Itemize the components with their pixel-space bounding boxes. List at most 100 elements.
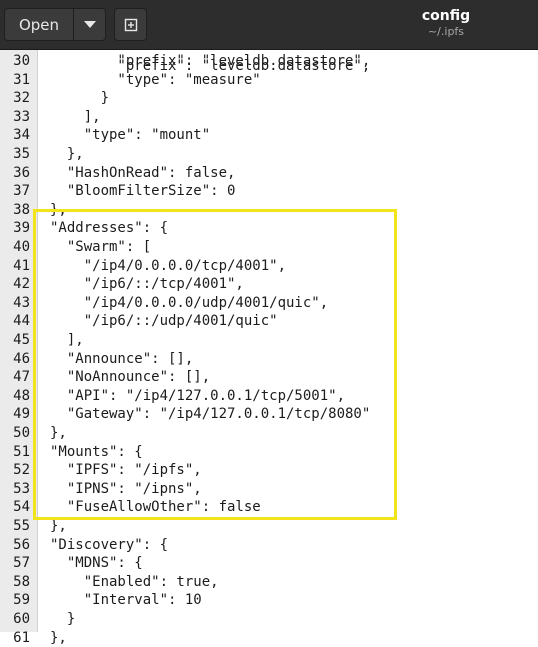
code-text: "IPFS": "/ipfs",: [50, 462, 202, 479]
code-line[interactable]: 40 "Swarm": [: [0, 238, 538, 257]
code-line[interactable]: 42 "/ip6/::/tcp/4001",: [0, 275, 538, 294]
code-text: "API": "/ip4/127.0.0.1/tcp/5001",: [50, 387, 346, 404]
code-line[interactable]: 43 "/ip4/0.0.0.0/udp/4001/quic",: [0, 294, 538, 313]
code-text: "HashOnRead": false,: [50, 164, 236, 181]
code-text: "Interval": 10: [50, 592, 202, 609]
line-number: 32: [13, 90, 30, 107]
code-line[interactable]: 57 "MDNS": {: [0, 554, 538, 573]
line-number: 43: [13, 294, 30, 311]
window-subtitle: ~/.ipfs: [427, 25, 465, 38]
code-line[interactable]: 39 "Addresses": {: [0, 219, 538, 238]
line-number: 36: [13, 164, 30, 181]
code-text: "prefix": "leveldb.datastore",: [50, 53, 371, 69]
code-text: },: [50, 201, 67, 218]
code-line[interactable]: 44 "/ip6/::/udp/4001/quic": [0, 312, 538, 331]
code-text: "Mounts": {: [50, 443, 143, 460]
code-text: ],: [50, 332, 84, 348]
line-number: 42: [13, 276, 30, 293]
code-line[interactable]: 37 "BloomFilterSize": 0: [0, 182, 538, 201]
line-number: 50: [13, 425, 30, 441]
code-text: "Discovery": {: [50, 536, 169, 553]
code-line[interactable]: 30 "prefix": "leveldb.datastore",: [0, 52, 538, 71]
code-text: },: [50, 629, 67, 646]
code-text: "/ip4/0.0.0.0/udp/4001/quic",: [50, 294, 329, 311]
line-number: 52: [13, 462, 30, 479]
line-number: 30: [13, 53, 30, 69]
code-line[interactable]: 36 "HashOnRead": false,: [0, 164, 538, 183]
line-number: 61: [13, 629, 30, 646]
code-text: "Swarm": [: [50, 239, 152, 255]
code-text: "type": "measure": [50, 71, 261, 88]
line-number: 40: [13, 239, 30, 255]
line-number: 56: [13, 536, 30, 553]
code-line[interactable]: 32 }: [0, 89, 538, 108]
code-line[interactable]: 59 "Interval": 10: [0, 591, 538, 610]
code-line[interactable]: 48 "API": "/ip4/127.0.0.1/tcp/5001",: [0, 387, 538, 406]
code-line[interactable]: 52 "IPFS": "/ipfs",: [0, 461, 538, 480]
code-line[interactable]: 58 "Enabled": true,: [0, 573, 538, 592]
code-line[interactable]: 41 "/ip4/0.0.0.0/tcp/4001",: [0, 257, 538, 276]
code-line[interactable]: 60 }: [0, 610, 538, 629]
line-number: 39: [13, 220, 30, 237]
line-number: 53: [13, 480, 30, 497]
code-text: "FuseAllowOther": false: [50, 499, 261, 516]
code-line[interactable]: 31 "type": "measure": [0, 71, 538, 90]
code-line[interactable]: 50},: [0, 424, 538, 443]
line-number: 51: [13, 443, 30, 460]
code-text: }: [50, 611, 76, 627]
code-text: },: [50, 146, 84, 162]
code-line[interactable]: 35 },: [0, 145, 538, 164]
line-number: 58: [13, 573, 30, 590]
code-line[interactable]: 53 "IPNS": "/ipns",: [0, 480, 538, 499]
line-number: 59: [13, 592, 30, 609]
code-line[interactable]: 55},: [0, 517, 538, 536]
open-button[interactable]: Open: [4, 8, 74, 41]
line-number: 31: [13, 71, 30, 88]
code-text: "NoAnnounce": [],: [50, 369, 211, 386]
line-number: 38: [13, 201, 30, 218]
code-text: }: [50, 90, 110, 107]
code-line[interactable]: 49 "Gateway": "/ip4/127.0.0.1/tcp/8080": [0, 405, 538, 424]
code-text: "/ip6/::/udp/4001/quic": [50, 313, 278, 330]
line-number: 34: [13, 127, 30, 144]
code-text: "IPNS": "/ipns",: [50, 480, 202, 497]
open-button-label: Open: [18, 15, 60, 34]
code-text: "/ip4/0.0.0.0/tcp/4001",: [50, 257, 287, 274]
code-text: "MDNS": {: [50, 555, 143, 572]
code-line[interactable]: 51 "Mounts": {: [0, 443, 538, 462]
code-text: "Enabled": true,: [50, 573, 219, 590]
code-line[interactable]: 46 "Announce": [],: [0, 350, 538, 369]
code-text: },: [50, 425, 67, 441]
window-title: config: [421, 8, 471, 24]
line-number: 37: [13, 183, 30, 200]
line-number: 33: [13, 108, 30, 125]
line-number: 45: [13, 332, 30, 348]
code-line[interactable]: 47 "NoAnnounce": [],: [0, 368, 538, 387]
code-line[interactable]: 38},: [0, 201, 538, 220]
code-line[interactable]: 34 "type": "mount": [0, 126, 538, 145]
new-document-button[interactable]: [114, 8, 147, 41]
window-title-block: config ~/.ipfs: [360, 7, 532, 39]
code-text: "type": "mount": [50, 127, 211, 144]
text-editor[interactable]: "prefix": "leveldb.datastore", 30 "prefi…: [0, 50, 538, 646]
code-text: },: [50, 518, 67, 534]
line-number: 54: [13, 499, 30, 516]
code-line[interactable]: 45 ],: [0, 331, 538, 350]
code-text: "/ip6/::/tcp/4001",: [50, 276, 244, 293]
line-number: 60: [13, 611, 30, 627]
line-number: 55: [13, 518, 30, 534]
code-line[interactable]: 61},: [0, 629, 538, 647]
code-line[interactable]: 54 "FuseAllowOther": false: [0, 498, 538, 517]
line-number: 35: [13, 146, 30, 162]
line-number: 41: [13, 257, 30, 274]
line-number: 57: [13, 555, 30, 572]
line-number: 47: [13, 369, 30, 386]
code-line[interactable]: 56 "Discovery": {: [0, 536, 538, 555]
code-line[interactable]: 33 ],: [0, 108, 538, 127]
code-text: "Addresses": {: [50, 220, 169, 237]
code-text: "Gateway": "/ip4/127.0.0.1/tcp/8080": [50, 406, 371, 423]
chevron-down-icon: [83, 21, 96, 28]
open-menu-button[interactable]: [73, 8, 106, 41]
line-number: 49: [13, 406, 30, 423]
line-number: 46: [13, 350, 30, 367]
